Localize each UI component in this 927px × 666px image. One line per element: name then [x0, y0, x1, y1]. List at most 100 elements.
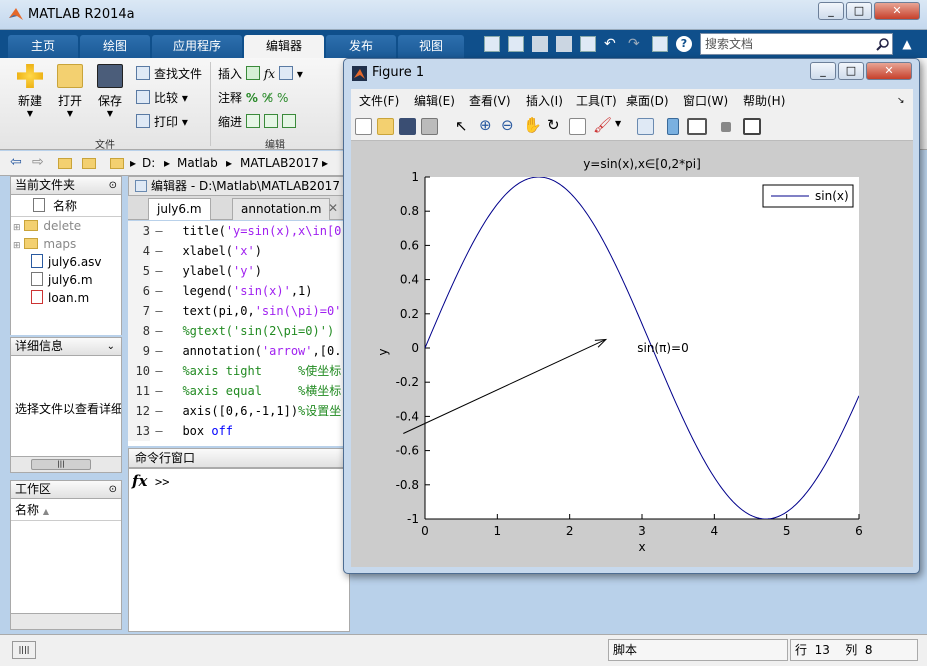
- paste-icon[interactable]: [580, 36, 596, 52]
- code-line[interactable]: 9– annotation('arrow',[0.: [128, 341, 350, 361]
- figure-maximize-button[interactable]: □: [838, 62, 864, 80]
- list-item[interactable]: loan.m: [11, 289, 121, 307]
- print-button[interactable]: 打印 ▾: [136, 112, 188, 132]
- link-plot-icon[interactable]: [637, 118, 654, 135]
- expand-icon[interactable]: ⊞: [13, 223, 21, 233]
- code-line[interactable]: 13– box off: [128, 421, 350, 441]
- forward-arrow-icon[interactable]: ⇨: [32, 154, 44, 170]
- figure-menu-item[interactable]: 帮助(H): [743, 89, 785, 113]
- list-item[interactable]: ⊞ delete: [11, 217, 121, 235]
- scrollbar-thumb[interactable]: |||: [31, 459, 91, 470]
- brush-dropdown-icon[interactable]: ▼: [615, 119, 621, 128]
- figure-menu-item[interactable]: 窗口(W): [683, 89, 728, 113]
- zoom-out-icon[interactable]: ⊖: [501, 116, 514, 134]
- show-plot-tools-icon[interactable]: [743, 118, 761, 135]
- browse-folder-icon[interactable]: [82, 158, 96, 169]
- figure-menu-item[interactable]: 查看(V): [469, 89, 511, 113]
- insert-function-icon[interactable]: fx: [264, 67, 275, 81]
- layout-icon[interactable]: [484, 36, 500, 52]
- workspace-scrollbar[interactable]: [10, 613, 122, 630]
- comment-percent-icon[interactable]: %: [246, 91, 258, 105]
- save-icon[interactable]: [508, 36, 524, 52]
- redo-icon[interactable]: ↷: [628, 36, 640, 52]
- switch-windows-icon[interactable]: [652, 36, 668, 52]
- breadcrumb-matlab[interactable]: Matlab: [177, 156, 218, 170]
- workspace-name-column[interactable]: 名称 ▲: [11, 499, 121, 521]
- back-arrow-icon[interactable]: ⇦: [10, 154, 22, 170]
- find-files-button[interactable]: 查找文件: [136, 64, 202, 84]
- edit-plot-arrow-icon[interactable]: ↖: [455, 117, 468, 135]
- breakpoint-marker[interactable]: –: [150, 341, 168, 361]
- figure-menu-item[interactable]: 文件(F): [359, 89, 399, 113]
- chevron-down-icon[interactable]: ⌄: [107, 338, 115, 355]
- breakpoint-marker[interactable]: –: [150, 321, 168, 341]
- code-line[interactable]: 6– legend('sin(x)',1): [128, 281, 350, 301]
- open-button[interactable]: 打开 ▼: [50, 64, 90, 118]
- code-line[interactable]: 12– axis([0,6,-1,1])%设置坐: [128, 401, 350, 421]
- command-window[interactable]: fx >>: [128, 468, 350, 632]
- figure-menu-item[interactable]: 编辑(E): [414, 89, 455, 113]
- tab-publish[interactable]: 发布: [326, 35, 396, 58]
- tab-home[interactable]: 主页: [8, 35, 78, 58]
- tab-editor[interactable]: 编辑器: [244, 35, 324, 58]
- figure-menu-item[interactable]: 插入(I): [526, 89, 563, 113]
- undo-icon[interactable]: ↶: [604, 36, 616, 52]
- copy-icon[interactable]: [556, 36, 572, 52]
- tab-annotation-m[interactable]: annotation.m: [232, 198, 331, 220]
- fx-icon[interactable]: fx: [132, 472, 147, 490]
- wrap-comment-icon[interactable]: %: [277, 91, 288, 105]
- code-line[interactable]: 10– %axis tight %使坐标: [128, 361, 350, 381]
- breakpoint-marker[interactable]: –: [150, 421, 168, 441]
- breakpoint-marker[interactable]: –: [150, 381, 168, 401]
- data-cursor-icon[interactable]: [569, 118, 586, 135]
- figure-close-button[interactable]: ✕: [866, 62, 912, 80]
- close-button[interactable]: ✕: [874, 2, 920, 20]
- close-tab-icon[interactable]: ✕: [328, 201, 338, 215]
- expand-icon[interactable]: ⊞: [13, 241, 21, 251]
- tab-july6-m[interactable]: july6.m: [148, 198, 211, 220]
- search-icon[interactable]: [876, 37, 890, 51]
- insert-legend-icon[interactable]: [687, 118, 707, 135]
- code-line[interactable]: 4– xlabel('x'): [128, 241, 350, 261]
- save-figure-icon[interactable]: [399, 118, 416, 135]
- breakpoint-marker[interactable]: –: [150, 261, 168, 281]
- uncomment-icon[interactable]: %̸: [262, 91, 273, 105]
- code-line[interactable]: 11– %axis equal %横坐标: [128, 381, 350, 401]
- zoom-in-icon[interactable]: ⊕: [479, 116, 492, 134]
- brush-icon[interactable]: 🖌: [593, 116, 612, 134]
- breakpoint-marker[interactable]: –: [150, 221, 168, 241]
- list-item[interactable]: july6.asv: [11, 253, 121, 271]
- print-figure-icon[interactable]: [421, 118, 438, 135]
- save-button[interactable]: 保存 ▼: [90, 64, 130, 118]
- figure-menu-item[interactable]: 桌面(D): [626, 89, 669, 113]
- breakpoint-marker[interactable]: –: [150, 301, 168, 321]
- hide-plot-tools-icon[interactable]: [721, 122, 731, 132]
- insert-button[interactable]: 插入 fx ▾: [218, 64, 303, 84]
- pane-menu-icon[interactable]: ⊙: [109, 177, 117, 194]
- code-line[interactable]: 5– ylabel('y'): [128, 261, 350, 281]
- code-editor[interactable]: 3– title('y=sin(x),x\in[0 4– xlabel('x') 5…: [128, 221, 350, 446]
- breakpoint-marker[interactable]: –: [150, 401, 168, 421]
- code-line[interactable]: 8– %gtext('sin(2\pi=0)'): [128, 321, 350, 341]
- comment-button[interactable]: 注释 % %̸ %: [218, 88, 288, 108]
- tab-view[interactable]: 视图: [398, 35, 464, 58]
- search-docs-input[interactable]: 搜索文档: [700, 33, 893, 55]
- figure-menu-item[interactable]: 工具(T): [576, 89, 617, 113]
- new-figure-icon[interactable]: [355, 118, 372, 135]
- insert-colorbar-icon[interactable]: [667, 118, 679, 135]
- list-item[interactable]: july6.m: [11, 271, 121, 289]
- code-line[interactable]: 7– text(pi,0,'sin(\pi)=0': [128, 301, 350, 321]
- compare-button[interactable]: 比较 ▾: [136, 88, 188, 108]
- pane-menu-icon[interactable]: ⊙: [109, 481, 117, 498]
- breakpoint-marker[interactable]: –: [150, 241, 168, 261]
- open-file-icon[interactable]: [377, 118, 394, 135]
- up-folder-icon[interactable]: [58, 158, 72, 169]
- figure-minimize-button[interactable]: _: [810, 62, 836, 80]
- breadcrumb-drive[interactable]: D:: [142, 156, 155, 170]
- tab-plots[interactable]: 绘图: [80, 35, 150, 58]
- cut-icon[interactable]: [532, 36, 548, 52]
- help-icon[interactable]: ?: [676, 36, 692, 52]
- list-item[interactable]: ⊞ maps: [11, 235, 121, 253]
- pan-hand-icon[interactable]: ✋: [523, 116, 542, 134]
- minimize-button[interactable]: _: [818, 2, 844, 20]
